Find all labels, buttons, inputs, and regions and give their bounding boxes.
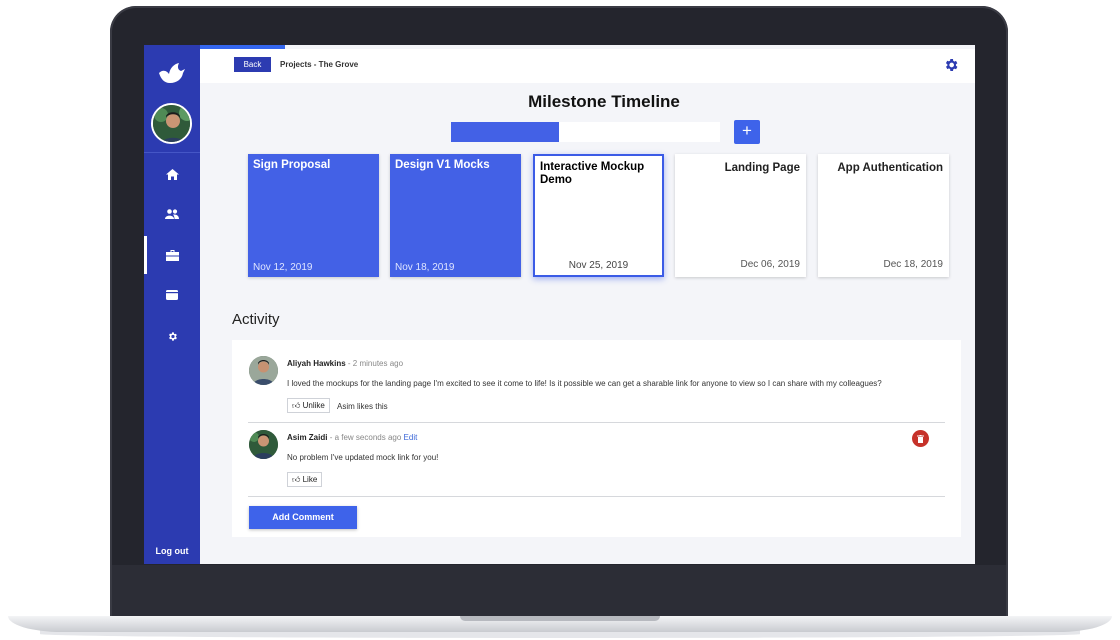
comment-time: - 2 minutes ago	[347, 359, 404, 368]
comment-author: Asim Zaidi	[287, 433, 328, 442]
users-icon	[165, 209, 179, 219]
comment-author: Aliyah Hawkins	[287, 359, 346, 368]
milestone-date: Dec 06, 2019	[740, 259, 801, 270]
comment-time: - a few seconds ago	[329, 433, 402, 442]
trash-icon	[917, 434, 924, 443]
comment-avatar	[249, 430, 278, 459]
milestone-card[interactable]: Landing Page Dec 06, 2019	[675, 154, 806, 277]
app-screen: Log out Back Projects - The Grove Milest…	[144, 45, 975, 564]
comment-body: I loved the mockups for the landing page…	[287, 379, 882, 388]
like-button-label: Like	[302, 475, 318, 484]
comment-avatar	[249, 356, 278, 385]
sidebar-item-settings[interactable]	[144, 317, 200, 355]
milestone-title: Landing Page	[724, 162, 800, 174]
thumbs-up-icon: 👍︎	[292, 475, 301, 484]
edit-comment-link[interactable]: Edit	[404, 433, 418, 442]
milestone-card[interactable]: Sign Proposal Nov 12, 2019	[248, 154, 379, 277]
milestone-card[interactable]: Design V1 Mocks Nov 18, 2019	[390, 154, 521, 277]
like-button-label: Unlike	[302, 401, 325, 410]
add-comment-button[interactable]: Add Comment	[249, 506, 357, 529]
breadcrumb: Projects - The Grove	[280, 60, 359, 69]
laptop-notch	[460, 616, 660, 621]
milestone-title: App Authentication	[837, 162, 943, 174]
milestone-date: Dec 18, 2019	[883, 259, 944, 270]
user-avatar[interactable]	[151, 103, 192, 144]
wallet-icon	[166, 290, 178, 300]
activity-card: Aliyah Hawkins - 2 minutes ago I loved t…	[232, 340, 961, 537]
delete-comment-button[interactable]	[912, 430, 929, 447]
sidebar-item-projects[interactable]	[144, 236, 200, 274]
milestone-date: Nov 25, 2019	[568, 260, 629, 271]
comment-divider	[248, 496, 945, 497]
dove-logo-icon[interactable]	[157, 61, 187, 87]
milestone-title: Interactive Mockup Demo	[540, 161, 645, 186]
sidebar-item-home[interactable]	[144, 155, 200, 193]
settings-gear-icon[interactable]	[943, 57, 959, 78]
page-title: Milestone Timeline	[528, 92, 680, 111]
milestone-card[interactable]: Interactive Mockup Demo Nov 25, 2019	[533, 154, 664, 277]
comment-divider	[248, 422, 945, 423]
sidebar-item-team[interactable]	[144, 195, 200, 233]
like-button[interactable]: 👍︎ Like	[287, 472, 323, 487]
milestone-title: Sign Proposal	[253, 159, 331, 171]
topbar: Back Projects - The Grove	[200, 49, 975, 83]
milestone-date: Nov 12, 2019	[253, 262, 313, 273]
likes-summary: Asim likes this	[337, 402, 388, 411]
unlike-button[interactable]: 👍︎ Unlike	[287, 398, 330, 413]
sidebar-item-wallet[interactable]	[144, 276, 200, 314]
logout-button[interactable]: Log out	[144, 538, 200, 564]
comment-body: No problem I've updated mock link for yo…	[287, 453, 439, 462]
laptop-bezel	[112, 565, 1006, 617]
milestone-title: Design V1 Mocks	[395, 159, 490, 171]
add-milestone-button[interactable]: +	[734, 120, 760, 144]
timeline-progress-bar	[451, 122, 720, 142]
gear-icon	[168, 331, 177, 341]
sidebar: Log out	[144, 45, 200, 564]
timeline-progress-fill	[451, 122, 559, 142]
back-button[interactable]: Back	[234, 57, 271, 72]
milestone-card[interactable]: App Authentication Dec 18, 2019	[818, 154, 949, 277]
milestone-date: Nov 18, 2019	[395, 262, 455, 273]
briefcase-icon	[165, 249, 179, 261]
sidebar-divider	[144, 152, 200, 153]
thumbs-up-icon: 👍︎	[292, 401, 301, 410]
activity-heading: Activity	[232, 311, 280, 328]
home-icon	[165, 168, 179, 180]
